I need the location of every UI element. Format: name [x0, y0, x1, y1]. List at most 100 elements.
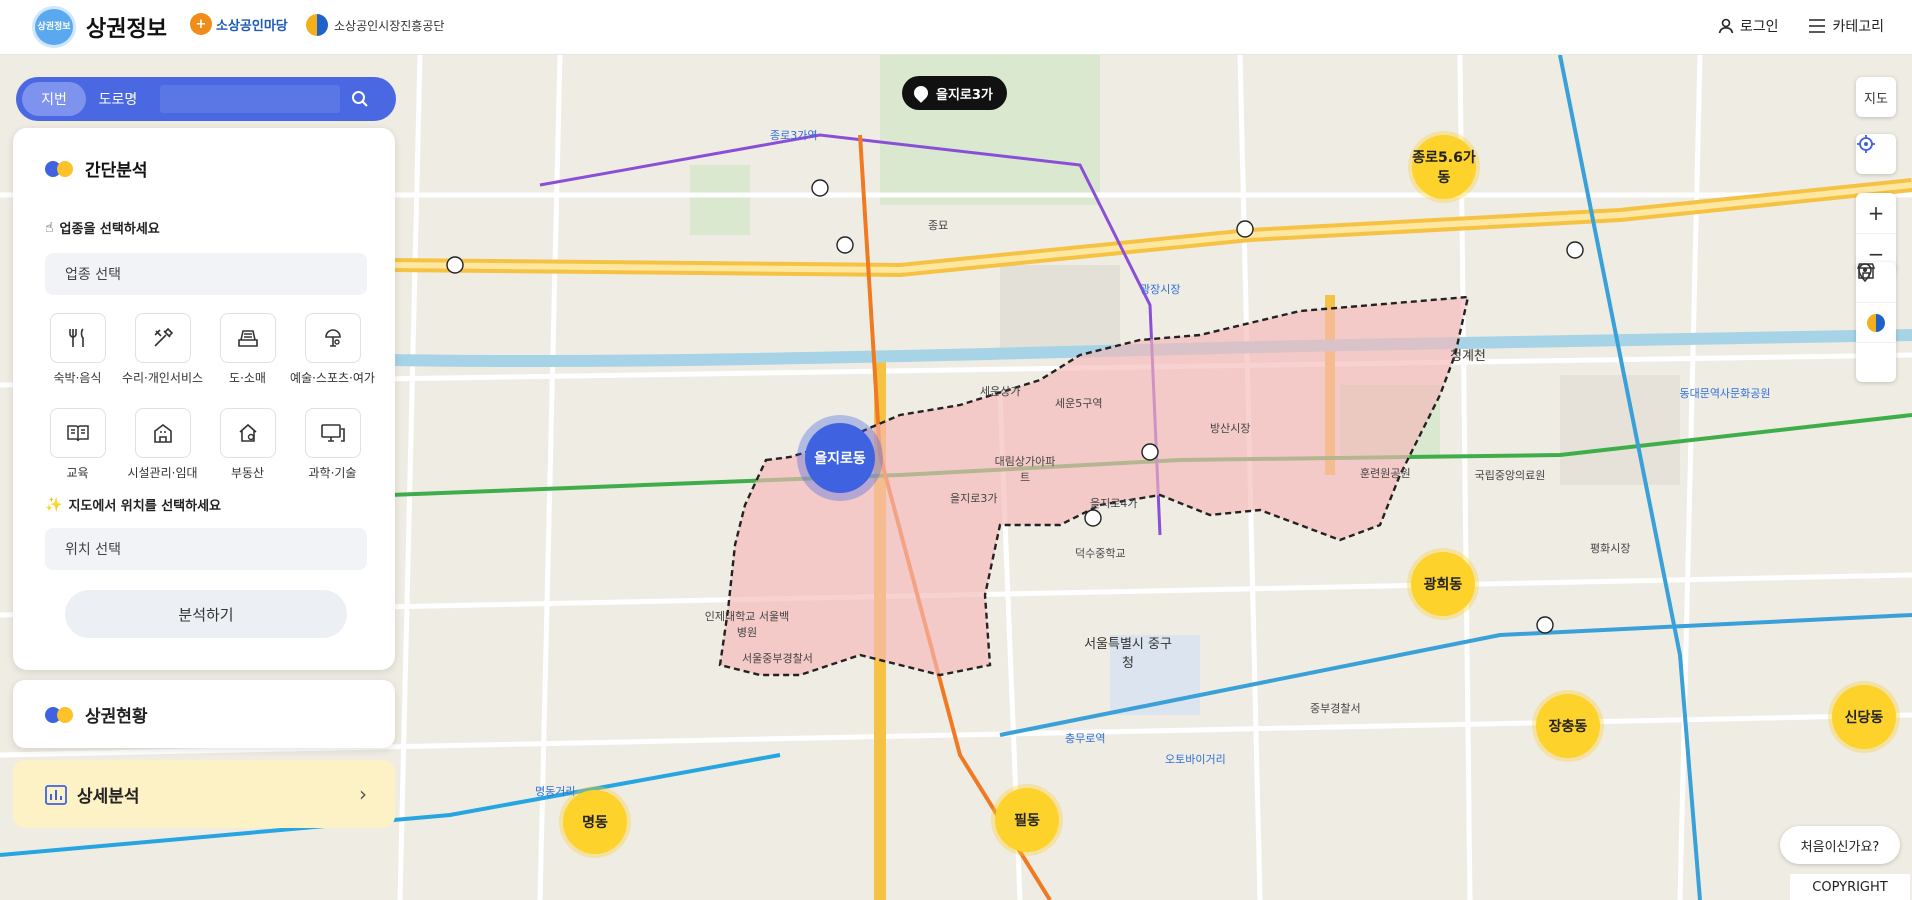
search-button[interactable]	[344, 83, 376, 115]
sparkle-icon: ✨	[45, 496, 63, 513]
map-label: 훈련원공원	[1360, 467, 1411, 480]
location-control	[1856, 134, 1896, 174]
selected-location-tag[interactable]: 을지로3가	[902, 76, 1007, 110]
category-grid: 숙박·음식 수리·개인서비스 도·소매 예술·스포츠·여가 교육 시설관리·임대…	[35, 313, 375, 481]
category-label: 숙박·음식	[53, 371, 102, 385]
selected-area-marker[interactable]: 을지로동	[805, 423, 875, 493]
bar-chart-icon	[45, 784, 67, 805]
map-label: 명동거리	[535, 785, 576, 798]
zoom-control: + −	[1856, 193, 1896, 273]
map-label: 서울특별시 중구청	[1084, 637, 1172, 671]
industry-select-field[interactable]: 업종 선택	[45, 253, 367, 295]
semas-logo-icon	[306, 14, 328, 36]
hamburger-icon	[1809, 19, 1826, 33]
semas-logo-icon	[1867, 313, 1885, 332]
monitor-icon	[320, 424, 345, 442]
quick-analysis-title: 간단분석	[85, 161, 148, 181]
quick-analysis-panel: 간단분석 ☝ 업종을 선택하세요 업종 선택 숙박·음식 수리·개인서비스 도·…	[13, 128, 395, 670]
address-search-bar: 지번 도로명	[16, 77, 396, 121]
sbiz-logo-icon: +	[190, 13, 212, 35]
first-visit-help-button[interactable]: 처음이신가요?	[1780, 826, 1900, 864]
semas-tool-button[interactable]	[1856, 302, 1896, 342]
tools-control	[1856, 262, 1896, 382]
pin-label: 을지로3가	[936, 87, 993, 103]
area-marker[interactable]: 신당동	[1832, 685, 1896, 749]
zoom-in-button[interactable]: +	[1856, 193, 1896, 233]
brand-dots-icon	[45, 706, 75, 723]
category-lodging-food[interactable]: 숙박·음식	[35, 313, 120, 386]
address-search-input[interactable]	[160, 85, 340, 113]
header-actions: 로그인 카테고리	[1718, 16, 1884, 36]
category-repair-service[interactable]: 수리·개인서비스	[120, 313, 205, 386]
store-tool-button[interactable]	[1856, 263, 1896, 382]
store-icon	[1856, 263, 1876, 279]
login-button[interactable]: 로그인	[1718, 16, 1779, 36]
map-type-button[interactable]: 지도	[1856, 77, 1896, 117]
category-education[interactable]: 교육	[35, 408, 120, 481]
map-label: 충무로역	[1065, 732, 1106, 745]
header: 상권정보 상권정보 + 소상공인마당 소상공인시장진흥공단 로그인 카테고리	[0, 0, 1912, 55]
category-real-estate[interactable]: 부동산	[205, 408, 290, 481]
category-label: 교육	[66, 466, 89, 480]
map-label: 동대문역사문화공원	[1679, 387, 1771, 400]
panel-title: 상권현황	[45, 702, 148, 727]
partner-link-sbiz[interactable]: + 소상공인마당	[190, 13, 288, 35]
category-retail[interactable]: 도·소매	[205, 313, 290, 386]
category-science-tech[interactable]: 과학·기술	[290, 408, 375, 481]
map-label: 평화시장	[1590, 542, 1631, 555]
category-facility-lease[interactable]: 시설관리·임대	[120, 408, 205, 481]
market-status-panel[interactable]: 상권현황	[13, 680, 395, 748]
map-label: 서울중부경찰서	[742, 652, 813, 665]
area-marker[interactable]: 명동	[563, 790, 627, 854]
industry-prompt: ☝ 업종을 선택하세요	[45, 218, 160, 238]
map-label: 국립중앙의료원	[1474, 469, 1546, 482]
building-icon	[153, 424, 172, 443]
panel-title: 상세분석	[45, 782, 140, 807]
map-label: 청계천	[1450, 349, 1486, 364]
register-icon	[237, 330, 258, 347]
detail-analysis-panel[interactable]: 상세분석 ›	[13, 760, 395, 828]
map-label: 방산시장	[1210, 422, 1251, 435]
tab-road-name[interactable]: 도로명	[86, 82, 150, 116]
detail-analysis-title: 상세분석	[77, 787, 140, 807]
map-label: 대림상가아파트	[994, 455, 1056, 484]
login-label: 로그인	[1739, 19, 1779, 35]
market-status-title: 상권현황	[85, 707, 148, 727]
area-marker[interactable]: 종로5.6가동	[1412, 135, 1476, 199]
leisure-icon	[324, 329, 341, 347]
location-prompt: ✨ 지도에서 위치를 선택하세요	[45, 495, 222, 515]
location-select-field[interactable]: 위치 선택	[45, 528, 367, 570]
area-marker[interactable]: 필동	[995, 788, 1059, 852]
map-label: 중부경찰서	[1310, 702, 1361, 715]
category-arts-sports[interactable]: 예술·스포츠·여가	[290, 313, 375, 386]
chevron-right-icon: ›	[359, 782, 367, 806]
category-menu-button[interactable]: 카테고리	[1808, 16, 1884, 36]
area-marker[interactable]: 장충동	[1536, 694, 1600, 758]
area-marker[interactable]: 광희동	[1411, 552, 1475, 616]
brand-dots-icon	[45, 160, 75, 177]
category-label: 수리·개인서비스	[121, 371, 204, 385]
map-label: 세운상가	[980, 385, 1021, 398]
copyright-link[interactable]: COPYRIGHT	[1790, 874, 1910, 900]
search-icon	[352, 91, 368, 107]
location-prompt-text: 지도에서 위치를 선택하세요	[68, 499, 222, 514]
panel-title: 간단분석	[45, 156, 148, 181]
analyze-button[interactable]: 분석하기	[65, 590, 347, 638]
map-label: 을지로3가	[950, 492, 998, 505]
industry-prompt-text: 업종을 선택하세요	[59, 222, 160, 237]
category-label: 과학·기술	[308, 466, 357, 480]
category-label: 시설관리·임대	[127, 466, 198, 480]
partner-link-semas[interactable]: 소상공인시장진흥공단	[306, 14, 444, 36]
category-label: 도·소매	[229, 371, 266, 385]
category-label: 카테고리	[1832, 19, 1884, 35]
utensils-icon	[68, 328, 84, 347]
house-icon	[238, 423, 257, 442]
map-label: 오토바이거리	[1165, 753, 1226, 766]
my-location-button[interactable]	[1856, 134, 1896, 174]
app-title[interactable]: 상권정보	[86, 11, 167, 43]
partner-label: 소상공인시장진흥공단	[334, 18, 445, 33]
map-label: 인제대학교 서울백병원	[704, 610, 790, 639]
tab-jibun[interactable]: 지번	[22, 82, 86, 116]
logo-badge[interactable]: 상권정보	[32, 6, 76, 48]
location-pin-icon	[911, 83, 931, 103]
